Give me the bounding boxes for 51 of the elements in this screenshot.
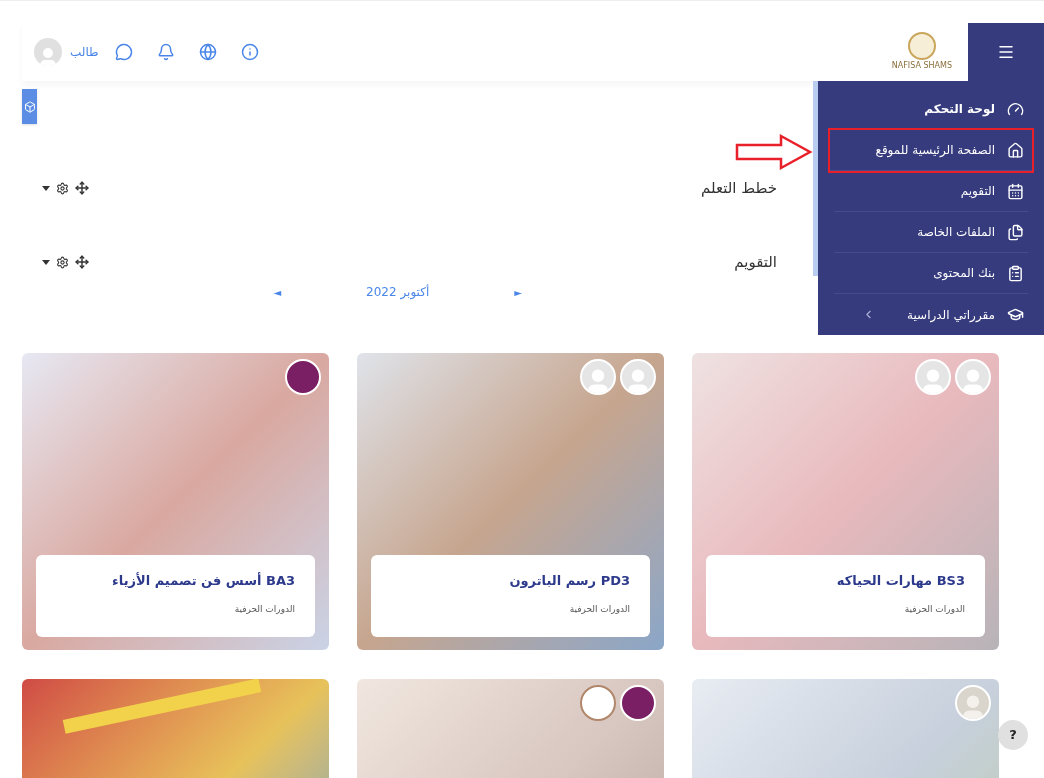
course-category: الدورات الحرفية <box>903 602 965 616</box>
menu-icon <box>997 43 1015 61</box>
move-icon[interactable] <box>75 181 89 195</box>
drawer-item[interactable]: الصفحة الرئيسية للموقع <box>830 130 1032 171</box>
user-avatar <box>580 359 616 395</box>
course-card[interactable]: PD3 رسم الباترون الدورات الحرفية <box>357 353 664 650</box>
drawer-item[interactable]: مقرراتي الدراسية <box>834 294 1028 335</box>
notification-icon[interactable] <box>156 43 175 61</box>
courses-icon <box>1007 306 1024 323</box>
course-card[interactable]: BA3 أسس فن تصميم الأزياء الدورات الحرفية <box>22 353 329 650</box>
user-name[interactable]: طالب <box>70 43 99 61</box>
monogram-avatar <box>580 685 616 721</box>
calendar-icon <box>1007 182 1024 200</box>
course-title[interactable]: BS3 مهارات الحياكه <box>726 571 965 591</box>
drawer-item[interactable]: الملفات الخاصة <box>834 212 1028 253</box>
calendar-month: أكتوبر 2022 <box>366 283 430 301</box>
settings-icon[interactable] <box>56 181 69 195</box>
prev-month-link[interactable]: ◄ <box>273 284 282 300</box>
caret-icon[interactable] <box>42 259 50 265</box>
files-icon <box>1007 223 1024 241</box>
drawer-item[interactable]: التقويم <box>834 171 1028 212</box>
block-title: التقويم <box>734 251 777 273</box>
chat-icon[interactable] <box>114 43 133 61</box>
settings-icon[interactable] <box>56 255 69 269</box>
site-logo[interactable]: NAFISA SHAMS <box>891 32 952 72</box>
caret-icon[interactable] <box>42 185 50 191</box>
dashboard-icon <box>1007 100 1024 118</box>
cube-icon <box>23 100 36 113</box>
course-title[interactable]: BA3 أسس فن تصميم الأزياء <box>56 571 295 591</box>
info-icon[interactable] <box>240 43 259 61</box>
bank-icon <box>1007 264 1024 282</box>
logo-caption: NAFISA SHAMS <box>891 60 952 72</box>
person-avatar <box>955 685 991 721</box>
next-month-link[interactable]: ► <box>514 284 522 300</box>
block-title: خطط التعلم <box>700 177 777 199</box>
user-avatar <box>915 359 951 395</box>
drawer-item[interactable]: بنك المحتوى <box>834 253 1028 294</box>
blocks-button[interactable] <box>22 89 37 124</box>
help-button[interactable]: ? <box>998 720 1028 750</box>
move-icon[interactable] <box>75 255 89 269</box>
user-avatar <box>620 359 656 395</box>
course-category: الدورات الحرفية <box>568 602 630 616</box>
globe-icon[interactable] <box>198 43 217 61</box>
course-title[interactable]: PD3 رسم الباترون <box>391 571 630 591</box>
logo-avatar <box>620 685 656 721</box>
home-icon <box>1007 141 1024 159</box>
course-category: الدورات الحرفية <box>233 602 295 616</box>
course-card[interactable]: BS3 مهارات الحياكه الدورات الحرفية <box>692 353 999 650</box>
drawer-item[interactable]: لوحة التحكم <box>834 89 1028 130</box>
user-avatar <box>955 359 991 395</box>
logo-avatar <box>285 359 321 395</box>
